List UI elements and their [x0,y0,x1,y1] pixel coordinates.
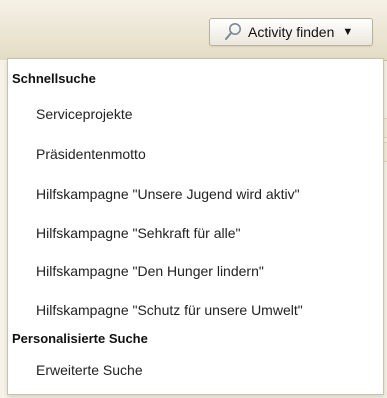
activity-finder-button[interactable]: Activity finden ▼ [209,18,373,46]
menu-item-hunger-lindern[interactable]: Hilfskampagne "Den Hunger lindern" [36,263,264,279]
activity-dropdown-menu: Schnellsuche Serviceprojekte Präsidenten… [7,58,384,395]
menu-item-sehkraft[interactable]: Hilfskampagne "Sehkraft für alle" [36,225,240,241]
menu-item-serviceprojekte[interactable]: Serviceprojekte [36,106,133,122]
section-heading-quick-search: Schnellsuche [12,71,96,86]
menu-item-praesidentenmotto[interactable]: Präsidentenmotto [36,146,146,162]
chevron-down-icon: ▼ [342,26,354,38]
activity-finder-label: Activity finden [248,24,335,40]
menu-item-umwelt[interactable]: Hilfskampagne "Schutz für unsere Umwelt" [36,302,303,318]
search-icon [224,22,242,42]
section-heading-personal-search: Personalisierte Suche [12,331,148,346]
menu-item-erweiterte-suche[interactable]: Erweiterte Suche [36,362,143,378]
menu-item-jugend-aktiv[interactable]: Hilfskampagne "Unsere Jugend wird aktiv" [36,186,300,202]
